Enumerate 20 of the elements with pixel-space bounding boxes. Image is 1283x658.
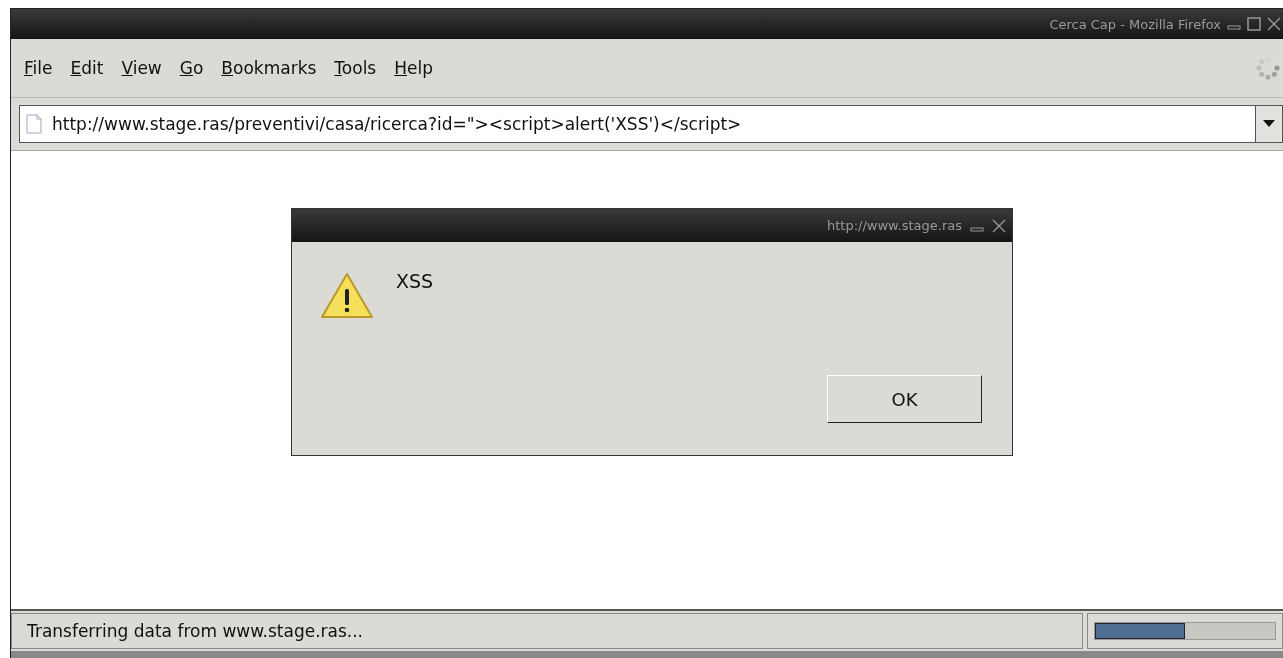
window-title: Cerca Cap - Mozilla Firefox [1049, 16, 1221, 32]
close-icon[interactable] [992, 218, 1006, 233]
ok-button[interactable]: OK [827, 375, 982, 423]
menu-item[interactable]: Tools [325, 54, 386, 82]
menu-item[interactable]: Help [385, 54, 442, 82]
alert-message: XSS [396, 270, 434, 294]
dialog-title: http://www.stage.ras [827, 218, 962, 233]
menu-item[interactable]: View [112, 54, 171, 82]
close-icon[interactable] [1267, 17, 1281, 31]
status-text: Transferring data from www.stage.ras... [11, 613, 1083, 649]
dropdown-button[interactable] [1256, 105, 1283, 143]
caret-icon [1263, 120, 1275, 128]
menu-item[interactable]: File [15, 54, 62, 82]
address-field[interactable]: http://www.stage.ras/preventivi/casa/ricerca?id="><script>alert('XSS')</script> [19, 105, 1256, 143]
warning-icon [320, 272, 374, 320]
menu-item[interactable]: Edit [61, 54, 113, 82]
menu-item[interactable]: Go [170, 54, 213, 82]
maximize-icon[interactable] [1247, 17, 1261, 31]
menu-item[interactable]: Bookmarks [212, 54, 326, 82]
page-icon [26, 114, 42, 134]
